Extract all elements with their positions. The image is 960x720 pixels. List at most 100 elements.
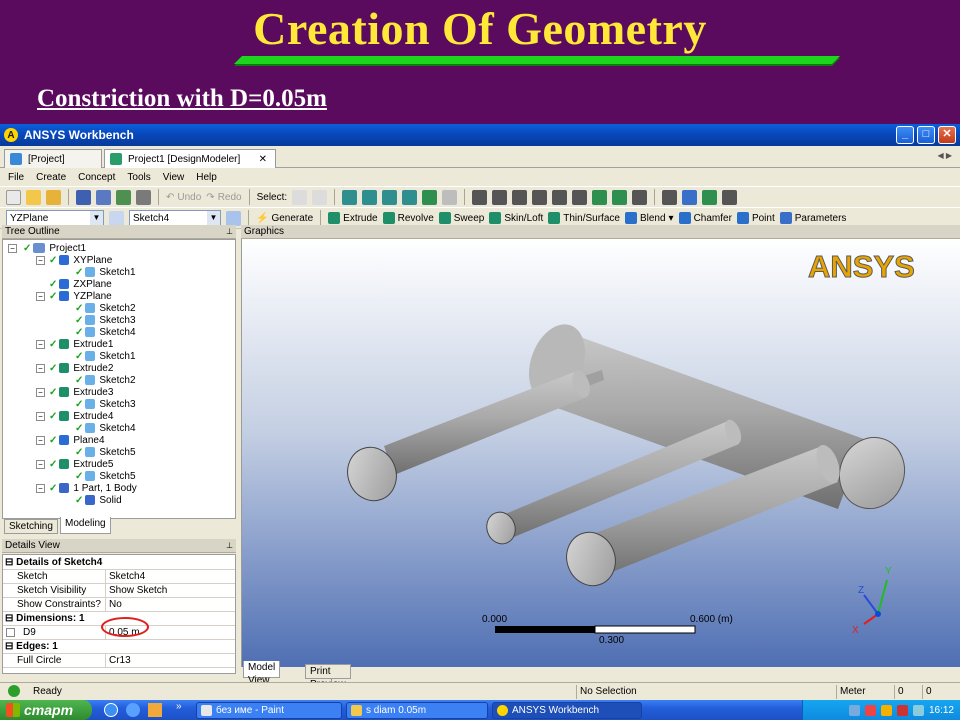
task-paint[interactable]: без име - Paint [196, 702, 342, 719]
tree-node[interactable]: ✓ Plane4 [49, 434, 105, 446]
tree-node[interactable]: ✓ YZPlane [49, 290, 112, 302]
tab-sketching[interactable]: Sketching [4, 519, 58, 534]
details-row[interactable]: Sketch Sketch4 [3, 570, 235, 584]
pin-icon[interactable]: ⊥ [226, 225, 233, 239]
screenshot-icon[interactable] [136, 189, 151, 205]
select-mode-icon[interactable] [312, 189, 328, 205]
thin-surface-button[interactable]: Thin/Surface [548, 212, 620, 224]
tab-nav-arrows-icon[interactable]: ◀ ▶ [937, 151, 952, 160]
status-unit[interactable]: Meter [836, 685, 894, 699]
display-plane-icon[interactable] [722, 189, 738, 205]
generate-button[interactable]: ⚡ Generate [256, 213, 313, 224]
menu-tools[interactable]: Tools [127, 172, 150, 183]
tree-node[interactable]: ✓ XYPlane [49, 254, 112, 266]
tree-node[interactable]: ✓ Sketch3 [75, 398, 136, 410]
details-row[interactable]: Sketch Visibility Show Sketch [3, 584, 235, 598]
tree-node[interactable]: ✓ Sketch5 [75, 470, 136, 482]
menu-file[interactable]: File [8, 172, 24, 183]
collapse-icon[interactable]: − [36, 484, 45, 493]
tree-node[interactable]: ✓ Extrude5 [49, 458, 113, 470]
open-folder-icon[interactable] [26, 189, 41, 205]
select-bodies-icon[interactable] [402, 189, 418, 205]
extend-select-icon[interactable] [442, 189, 458, 205]
browser-icon[interactable] [126, 703, 140, 717]
tray-ati-icon[interactable] [896, 704, 908, 716]
details-row[interactable]: Show Constraints? No [3, 598, 235, 612]
start-button[interactable]: старт [0, 700, 92, 720]
details-group[interactable]: ⊟ Details of Sketch4 [3, 556, 235, 570]
previous-view-icon[interactable] [592, 189, 608, 205]
tray-display-icon[interactable] [912, 704, 924, 716]
box-zoom-icon[interactable] [532, 189, 548, 205]
select-edges-icon[interactable] [362, 189, 378, 205]
sketch-select[interactable]: Sketch4 ▼ [129, 210, 221, 226]
graphics-viewport[interactable]: ANSYS 0.000 0.600 (m) 0.300 Y Z X [241, 239, 960, 667]
tree-node[interactable]: ✓ Sketch4 [75, 326, 136, 338]
menu-view[interactable]: View [163, 172, 185, 183]
parameter-checkbox[interactable] [6, 627, 15, 637]
revolve-button[interactable]: Revolve [382, 212, 434, 224]
tab-designmodeler[interactable]: Project1 [DesignModeler] ✕ [104, 149, 276, 168]
tree-node[interactable]: ✓ Sketch2 [75, 302, 136, 314]
export-icon[interactable] [116, 189, 131, 205]
tree-node[interactable]: ✓ ZXPlane [49, 278, 112, 290]
rotate-icon[interactable] [472, 189, 488, 205]
select-new-icon[interactable] [422, 189, 438, 205]
tab-modeling[interactable]: Modeling [60, 517, 111, 534]
folder-icon[interactable] [148, 703, 162, 717]
next-view-icon[interactable] [612, 189, 628, 205]
tray-network-icon[interactable] [848, 704, 860, 716]
chevron-right-icon[interactable]: » [176, 701, 182, 712]
tree-node[interactable]: ✓ Sketch4 [75, 422, 136, 434]
select-faces-icon[interactable] [382, 189, 398, 205]
tree-node[interactable]: ✓ Extrude1 [49, 338, 113, 350]
save-as-icon[interactable] [96, 189, 111, 205]
minimize-button[interactable]: _ [896, 126, 914, 144]
import-icon[interactable] [46, 189, 61, 205]
model-canvas[interactable]: ANSYS 0.000 0.600 (m) 0.300 Y Z X [242, 239, 960, 667]
zoom-to-fit-icon[interactable] [552, 189, 568, 205]
details-row[interactable]: Full Circle Cr13 [3, 654, 235, 668]
tree-node[interactable]: ✓ Sketch2 [75, 374, 136, 386]
blend-button[interactable]: Blend ▾ [624, 212, 674, 224]
task-ansys[interactable]: ANSYS Workbench [492, 702, 642, 719]
tray-antivirus-icon[interactable] [864, 704, 876, 716]
display-edges-icon[interactable] [702, 189, 718, 205]
menu-help[interactable]: Help [196, 172, 217, 183]
sweep-button[interactable]: Sweep [438, 212, 484, 224]
extrude-button[interactable]: Extrude [328, 212, 378, 224]
tree-node[interactable]: ✓ Sketch5 [75, 446, 136, 458]
pin-icon[interactable]: ⊥ [226, 539, 233, 553]
tab-print-preview[interactable]: Print Preview [305, 664, 351, 690]
tree-node[interactable]: ✓ 1 Part, 1 Body [49, 482, 137, 494]
pan-icon[interactable] [492, 189, 508, 205]
internet-explorer-icon[interactable] [104, 703, 118, 717]
skin-loft-button[interactable]: Skin/Loft [489, 212, 543, 224]
chamfer-button[interactable]: Chamfer [678, 212, 732, 224]
collapse-icon[interactable]: − [36, 292, 45, 301]
tab-model-view[interactable]: Model View [243, 661, 281, 686]
tree-node[interactable]: ✓ Extrude2 [49, 362, 113, 374]
tree-node[interactable]: ✓ Extrude3 [49, 386, 113, 398]
tray-volume-icon[interactable] [880, 704, 892, 716]
tab-close-icon[interactable]: ✕ [259, 154, 267, 165]
collapse-icon[interactable]: − [36, 460, 45, 469]
collapse-icon[interactable]: − [36, 340, 45, 349]
display-model-icon[interactable] [682, 189, 698, 205]
collapse-icon[interactable]: − [36, 364, 45, 373]
window-titlebar[interactable]: A ANSYS Workbench _ □ ✕ [0, 124, 960, 146]
menu-concept[interactable]: Concept [78, 172, 115, 183]
select-cursor-icon[interactable] [292, 189, 308, 205]
new-plane-icon[interactable] [109, 210, 124, 226]
collapse-icon[interactable]: − [36, 388, 45, 397]
tree-node[interactable]: ✓ Extrude4 [49, 410, 113, 422]
collapse-icon[interactable]: − [36, 256, 45, 265]
undo-button[interactable]: ↶ Undo [166, 192, 201, 203]
tree-node[interactable]: ✓ Sketch1 [75, 266, 136, 278]
clock[interactable]: 16:12 [929, 705, 954, 716]
collapse-icon[interactable]: − [8, 244, 17, 253]
parameters-button[interactable]: Parameters [779, 212, 846, 224]
close-button[interactable]: ✕ [938, 126, 956, 144]
menu-create[interactable]: Create [36, 172, 66, 183]
maximize-button[interactable]: □ [917, 126, 935, 144]
